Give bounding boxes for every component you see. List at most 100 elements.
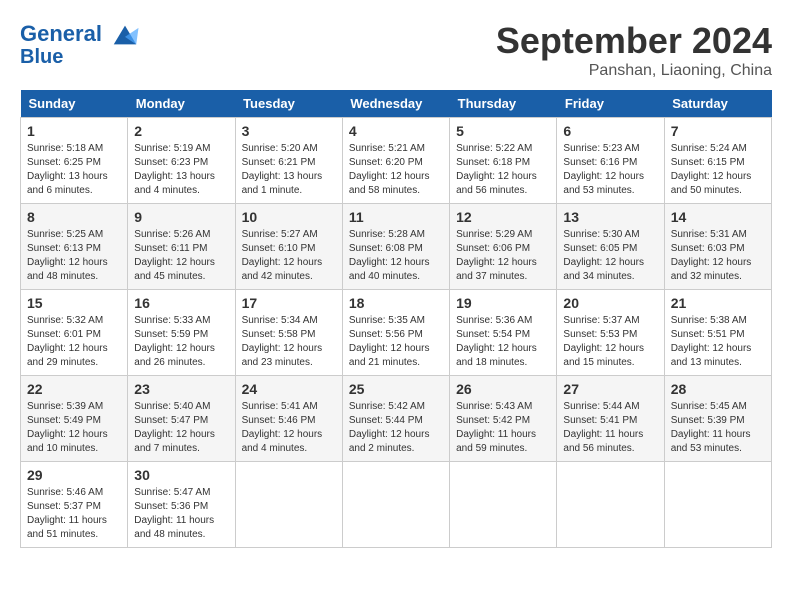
day-number: 26	[456, 381, 550, 397]
day-number: 28	[671, 381, 765, 397]
table-row: 9 Sunrise: 5:26 AMSunset: 6:11 PMDaylight…	[128, 204, 235, 290]
table-row: 4 Sunrise: 5:21 AMSunset: 6:20 PMDaylight…	[342, 118, 449, 204]
day-info: Sunrise: 5:43 AMSunset: 5:42 PMDaylight:…	[456, 400, 550, 456]
logo: General Blue	[20, 20, 140, 68]
day-info: Sunrise: 5:35 AMSunset: 5:56 PMDaylight:…	[349, 314, 443, 370]
col-wednesday: Wednesday	[342, 90, 449, 118]
table-row: 17Sunrise: 5:34 AMSunset: 5:58 PMDayligh…	[235, 290, 342, 376]
table-row	[450, 462, 557, 548]
location: Panshan, Liaoning, China	[496, 62, 772, 80]
day-number: 30	[134, 467, 228, 483]
col-thursday: Thursday	[450, 90, 557, 118]
day-info: Sunrise: 5:31 AMSunset: 6:03 PMDaylight:…	[671, 228, 765, 284]
logo-icon	[110, 20, 140, 50]
table-row: 21 Sunrise: 5:38 AMSunset: 5:51 PMDayligh…	[664, 290, 771, 376]
day-number: 12	[456, 209, 550, 225]
table-row: 8 Sunrise: 5:25 AMSunset: 6:13 PMDaylight…	[21, 204, 128, 290]
table-row: 16Sunrise: 5:33 AMSunset: 5:59 PMDayligh…	[128, 290, 235, 376]
table-row: 29Sunrise: 5:46 AMSunset: 5:37 PMDayligh…	[21, 462, 128, 548]
day-number: 25	[349, 381, 443, 397]
table-row: 15 Sunrise: 5:32 AMSunset: 6:01 PMDayligh…	[21, 290, 128, 376]
day-info: Sunrise: 5:36 AMSunset: 5:54 PMDaylight:…	[456, 314, 550, 370]
day-info: Sunrise: 5:30 AMSunset: 6:05 PMDaylight:…	[563, 228, 657, 284]
calendar-week-1: 1Sunrise: 5:18 AMSunset: 6:25 PMDaylight…	[21, 118, 772, 204]
calendar-week-4: 22Sunrise: 5:39 AMSunset: 5:49 PMDayligh…	[21, 376, 772, 462]
day-info: Sunrise: 5:34 AMSunset: 5:58 PMDaylight:…	[242, 314, 336, 370]
day-number: 13	[563, 209, 657, 225]
day-info: Sunrise: 5:24 AMSunset: 6:15 PMDaylight:…	[671, 142, 765, 198]
table-row: 18 Sunrise: 5:35 AMSunset: 5:56 PMDayligh…	[342, 290, 449, 376]
day-number: 9	[134, 209, 228, 225]
table-row: 22Sunrise: 5:39 AMSunset: 5:49 PMDayligh…	[21, 376, 128, 462]
table-row: 24Sunrise: 5:41 AMSunset: 5:46 PMDayligh…	[235, 376, 342, 462]
day-number: 3	[242, 123, 336, 139]
table-row: 7 Sunrise: 5:24 AMSunset: 6:15 PMDaylight…	[664, 118, 771, 204]
day-info: Sunrise: 5:26 AMSunset: 6:11 PMDaylight:…	[134, 228, 228, 284]
day-number: 29	[27, 467, 121, 483]
day-info: Sunrise: 5:47 AMSunset: 5:36 PMDaylight:…	[134, 486, 228, 542]
day-number: 18	[349, 295, 443, 311]
day-number: 7	[671, 123, 765, 139]
day-number: 15	[27, 295, 121, 311]
day-info: Sunrise: 5:33 AMSunset: 5:59 PMDaylight:…	[134, 314, 228, 370]
table-row: 10 Sunrise: 5:27 AMSunset: 6:10 PMDayligh…	[235, 204, 342, 290]
table-row: 11Sunrise: 5:28 AMSunset: 6:08 PMDayligh…	[342, 204, 449, 290]
day-number: 4	[349, 123, 443, 139]
header-row: Sunday Monday Tuesday Wednesday Thursday…	[21, 90, 772, 118]
table-row	[664, 462, 771, 548]
table-row	[342, 462, 449, 548]
day-number: 19	[456, 295, 550, 311]
day-info: Sunrise: 5:21 AMSunset: 6:20 PMDaylight:…	[349, 142, 443, 198]
day-info: Sunrise: 5:45 AMSunset: 5:39 PMDaylight:…	[671, 400, 765, 456]
month-title: September 2024	[496, 20, 772, 62]
day-info: Sunrise: 5:39 AMSunset: 5:49 PMDaylight:…	[27, 400, 121, 456]
day-info: Sunrise: 5:41 AMSunset: 5:46 PMDaylight:…	[242, 400, 336, 456]
table-row: 26 Sunrise: 5:43 AMSunset: 5:42 PMDayligh…	[450, 376, 557, 462]
day-info: Sunrise: 5:38 AMSunset: 5:51 PMDaylight:…	[671, 314, 765, 370]
table-row: 28 Sunrise: 5:45 AMSunset: 5:39 PMDayligh…	[664, 376, 771, 462]
day-number: 5	[456, 123, 550, 139]
day-info: Sunrise: 5:22 AMSunset: 6:18 PMDaylight:…	[456, 142, 550, 198]
table-row: 1Sunrise: 5:18 AMSunset: 6:25 PMDaylight…	[21, 118, 128, 204]
calendar-week-2: 8 Sunrise: 5:25 AMSunset: 6:13 PMDaylight…	[21, 204, 772, 290]
day-info: Sunrise: 5:23 AMSunset: 6:16 PMDaylight:…	[563, 142, 657, 198]
table-row: 19 Sunrise: 5:36 AMSunset: 5:54 PMDayligh…	[450, 290, 557, 376]
calendar-week-5: 29Sunrise: 5:46 AMSunset: 5:37 PMDayligh…	[21, 462, 772, 548]
day-info: Sunrise: 5:44 AMSunset: 5:41 PMDaylight:…	[563, 400, 657, 456]
col-monday: Monday	[128, 90, 235, 118]
day-number: 6	[563, 123, 657, 139]
table-row: 2 Sunrise: 5:19 AMSunset: 6:23 PMDaylight…	[128, 118, 235, 204]
col-saturday: Saturday	[664, 90, 771, 118]
day-number: 23	[134, 381, 228, 397]
day-number: 2	[134, 123, 228, 139]
day-info: Sunrise: 5:18 AMSunset: 6:25 PMDaylight:…	[27, 142, 121, 198]
day-info: Sunrise: 5:42 AMSunset: 5:44 PMDaylight:…	[349, 400, 443, 456]
col-sunday: Sunday	[21, 90, 128, 118]
table-row: 30 Sunrise: 5:47 AMSunset: 5:36 PMDayligh…	[128, 462, 235, 548]
day-info: Sunrise: 5:32 AMSunset: 6:01 PMDaylight:…	[27, 314, 121, 370]
table-row	[235, 462, 342, 548]
calendar-table: Sunday Monday Tuesday Wednesday Thursday…	[20, 90, 772, 548]
table-row: 5 Sunrise: 5:22 AMSunset: 6:18 PMDaylight…	[450, 118, 557, 204]
title-block: September 2024 Panshan, Liaoning, China	[496, 20, 772, 80]
day-info: Sunrise: 5:20 AMSunset: 6:21 PMDaylight:…	[242, 142, 336, 198]
day-info: Sunrise: 5:29 AMSunset: 6:06 PMDaylight:…	[456, 228, 550, 284]
day-info: Sunrise: 5:28 AMSunset: 6:08 PMDaylight:…	[349, 228, 443, 284]
day-info: Sunrise: 5:40 AMSunset: 5:47 PMDaylight:…	[134, 400, 228, 456]
col-tuesday: Tuesday	[235, 90, 342, 118]
day-info: Sunrise: 5:19 AMSunset: 6:23 PMDaylight:…	[134, 142, 228, 198]
day-number: 21	[671, 295, 765, 311]
page-header: General Blue September 2024 Panshan, Lia…	[20, 20, 772, 80]
day-info: Sunrise: 5:25 AMSunset: 6:13 PMDaylight:…	[27, 228, 121, 284]
table-row: 6 Sunrise: 5:23 AMSunset: 6:16 PMDaylight…	[557, 118, 664, 204]
calendar-week-3: 15 Sunrise: 5:32 AMSunset: 6:01 PMDayligh…	[21, 290, 772, 376]
col-friday: Friday	[557, 90, 664, 118]
table-row	[557, 462, 664, 548]
table-row: 3 Sunrise: 5:20 AMSunset: 6:21 PMDaylight…	[235, 118, 342, 204]
table-row: 14Sunrise: 5:31 AMSunset: 6:03 PMDayligh…	[664, 204, 771, 290]
day-number: 8	[27, 209, 121, 225]
day-info: Sunrise: 5:37 AMSunset: 5:53 PMDaylight:…	[563, 314, 657, 370]
day-info: Sunrise: 5:27 AMSunset: 6:10 PMDaylight:…	[242, 228, 336, 284]
table-row: 25 Sunrise: 5:42 AMSunset: 5:44 PMDayligh…	[342, 376, 449, 462]
day-number: 10	[242, 209, 336, 225]
